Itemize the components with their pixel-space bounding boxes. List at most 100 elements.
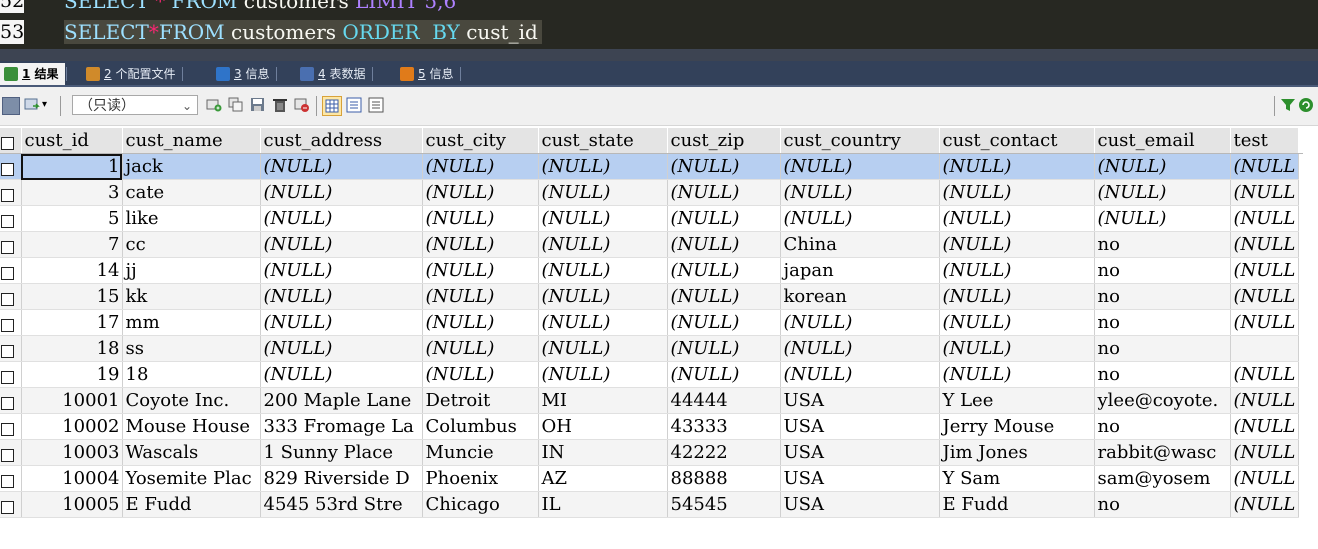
table-row[interactable]: 10001 Coyote Inc. 200 Maple Lane Detroit MI 4… — [0, 387, 1302, 414]
cell-cust_country[interactable]: (NULL) — [780, 361, 940, 388]
cell-cust_state[interactable]: AZ — [538, 465, 668, 492]
cell-cust_name[interactable]: E Fudd — [122, 491, 261, 518]
table-row[interactable]: 10004 Yosemite Plac 829 Riverside D Phoenix… — [0, 465, 1302, 492]
cell-cust_zip[interactable]: 42222 — [667, 439, 781, 466]
table-row[interactable]: 14 jj (NULL) (NULL) (NULL) (NULL) japan (NULL) n… — [0, 257, 1302, 284]
cell-cust_state[interactable]: (NULL) — [538, 309, 668, 336]
column-header-cust_id[interactable]: cust_id — [21, 128, 123, 154]
cell-cust_country[interactable]: (NULL) — [780, 335, 940, 362]
cell-cust_address[interactable]: (NULL) — [260, 335, 423, 362]
column-header-cust_zip[interactable]: cust_zip — [667, 128, 781, 154]
row-checkbox[interactable] — [0, 465, 22, 492]
cell-test[interactable]: (NULL — [1230, 413, 1299, 440]
row-checkbox[interactable] — [0, 309, 22, 336]
text-view-icon[interactable] — [368, 97, 384, 113]
cell-cust_country[interactable]: (NULL) — [780, 309, 940, 336]
cell-cust_zip[interactable]: (NULL) — [667, 153, 781, 180]
cell-cust_zip[interactable]: 54545 — [667, 491, 781, 518]
column-header-cust_address[interactable]: cust_address — [260, 128, 423, 154]
cell-cust_id[interactable]: 10005 — [21, 491, 123, 518]
cell-cust_state[interactable]: IL — [538, 491, 668, 518]
refresh-icon[interactable] — [294, 97, 310, 113]
cell-test[interactable]: (NULL — [1230, 387, 1299, 414]
table-row[interactable]: 3 cate (NULL) (NULL) (NULL) (NULL) (NULL) (NULL… — [0, 179, 1302, 206]
cell-cust_city[interactable]: (NULL) — [422, 153, 539, 180]
cell-cust_city[interactable]: (NULL) — [422, 283, 539, 310]
table-row[interactable]: 10005 E Fudd 4545 53rd Stre Chicago IL 54545 U… — [0, 491, 1302, 518]
cell-cust_id[interactable]: 14 — [21, 257, 123, 284]
cell-test[interactable]: (NULL — [1230, 179, 1299, 206]
checkbox-box[interactable] — [1, 266, 14, 280]
insert-row-icon[interactable] — [206, 97, 222, 113]
table-row[interactable]: 10003 Wascals 1 Sunny Place Muncie IN 42222 US… — [0, 439, 1302, 466]
column-header-cust_contact[interactable]: cust_contact — [939, 128, 1095, 154]
row-checkbox[interactable] — [0, 153, 22, 180]
cell-cust_city[interactable]: (NULL) — [422, 361, 539, 388]
cell-cust_address[interactable]: (NULL) — [260, 231, 423, 258]
checkbox-box[interactable] — [1, 396, 14, 410]
readonly-select[interactable]: （只读） ⌄ — [72, 95, 198, 115]
cell-cust_address[interactable]: (NULL) — [260, 153, 423, 180]
cell-cust_country[interactable]: USA — [780, 491, 940, 518]
row-checkbox[interactable] — [0, 179, 22, 206]
cell-cust_zip[interactable]: 44444 — [667, 387, 781, 414]
cell-cust_city[interactable]: (NULL) — [422, 179, 539, 206]
cell-cust_name[interactable]: jj — [122, 257, 261, 284]
checkbox-box[interactable] — [1, 240, 14, 254]
table-row[interactable]: 17 mm (NULL) (NULL) (NULL) (NULL) (NULL) (NULL)… — [0, 309, 1302, 336]
cell-cust_country[interactable]: (NULL) — [780, 153, 940, 180]
column-header-cust_city[interactable]: cust_city — [422, 128, 539, 154]
select-all-checkbox[interactable] — [0, 128, 22, 154]
results-grid[interactable]: cust_id cust_name cust_address cust_city cus… — [0, 128, 1303, 518]
cell-cust_contact[interactable]: Y Sam — [939, 465, 1095, 492]
cell-cust_id[interactable]: 10004 — [21, 465, 123, 492]
cell-cust_email[interactable]: no — [1094, 413, 1231, 440]
cell-cust_email[interactable]: no — [1094, 335, 1231, 362]
cell-cust_city[interactable]: Columbus — [422, 413, 539, 440]
cell-cust_state[interactable]: (NULL) — [538, 257, 668, 284]
cell-cust_id[interactable]: 10001 — [21, 387, 123, 414]
cell-cust_contact[interactable]: (NULL) — [939, 309, 1095, 336]
cell-test[interactable]: (NULL — [1230, 361, 1299, 388]
cell-cust_contact[interactable]: (NULL) — [939, 335, 1095, 362]
cell-cust_zip[interactable]: (NULL) — [667, 205, 781, 232]
cell-test[interactable]: (NULL — [1230, 231, 1299, 258]
reset-filter-icon[interactable] — [1298, 97, 1314, 113]
cell-cust_country[interactable]: USA — [780, 387, 940, 414]
column-header-cust_state[interactable]: cust_state — [538, 128, 668, 154]
save-icon[interactable] — [250, 97, 266, 113]
tab-2[interactable]: 2 个配置文件 — [82, 63, 184, 85]
cell-cust_city[interactable]: (NULL) — [422, 335, 539, 362]
tab-4[interactable]: 4 表数据 — [296, 63, 374, 85]
cell-cust_country[interactable]: USA — [780, 413, 940, 440]
cell-cust_address[interactable]: (NULL) — [260, 309, 423, 336]
row-checkbox[interactable] — [0, 283, 22, 310]
column-header-cust_name[interactable]: cust_name — [122, 128, 261, 154]
form-view-icon[interactable] — [346, 97, 362, 113]
cell-cust_state[interactable]: (NULL) — [538, 205, 668, 232]
cell-cust_contact[interactable]: Y Lee — [939, 387, 1095, 414]
cell-cust_id[interactable]: 10002 — [21, 413, 123, 440]
cell-cust_email[interactable]: (NULL) — [1094, 153, 1231, 180]
cell-cust_state[interactable]: (NULL) — [538, 231, 668, 258]
cell-cust_name[interactable]: cate — [122, 179, 261, 206]
row-checkbox[interactable] — [0, 231, 22, 258]
cell-cust_zip[interactable]: (NULL) — [667, 361, 781, 388]
cell-cust_zip[interactable]: (NULL) — [667, 257, 781, 284]
table-row[interactable]: 7 cc (NULL) (NULL) (NULL) (NULL) China (NULL) no… — [0, 231, 1302, 258]
cell-test[interactable]: (NULL — [1230, 257, 1299, 284]
cell-cust_name[interactable]: 18 — [122, 361, 261, 388]
cell-cust_address[interactable]: (NULL) — [260, 205, 423, 232]
table-row[interactable]: 19 18 (NULL) (NULL) (NULL) (NULL) (NULL) (NULL)… — [0, 361, 1302, 388]
cell-cust_email[interactable]: no — [1094, 231, 1231, 258]
delete-icon[interactable] — [272, 97, 288, 113]
cell-cust_address[interactable]: 1 Sunny Place — [260, 439, 423, 466]
checkbox-box[interactable] — [1, 344, 14, 358]
cell-cust_city[interactable]: Phoenix — [422, 465, 539, 492]
cell-cust_id[interactable]: 15 — [21, 283, 123, 310]
cell-cust_address[interactable]: 829 Riverside D — [260, 465, 423, 492]
cell-cust_email[interactable]: no — [1094, 257, 1231, 284]
cell-cust_email[interactable]: no — [1094, 491, 1231, 518]
cell-cust_zip[interactable]: 88888 — [667, 465, 781, 492]
cell-cust_contact[interactable]: (NULL) — [939, 257, 1095, 284]
